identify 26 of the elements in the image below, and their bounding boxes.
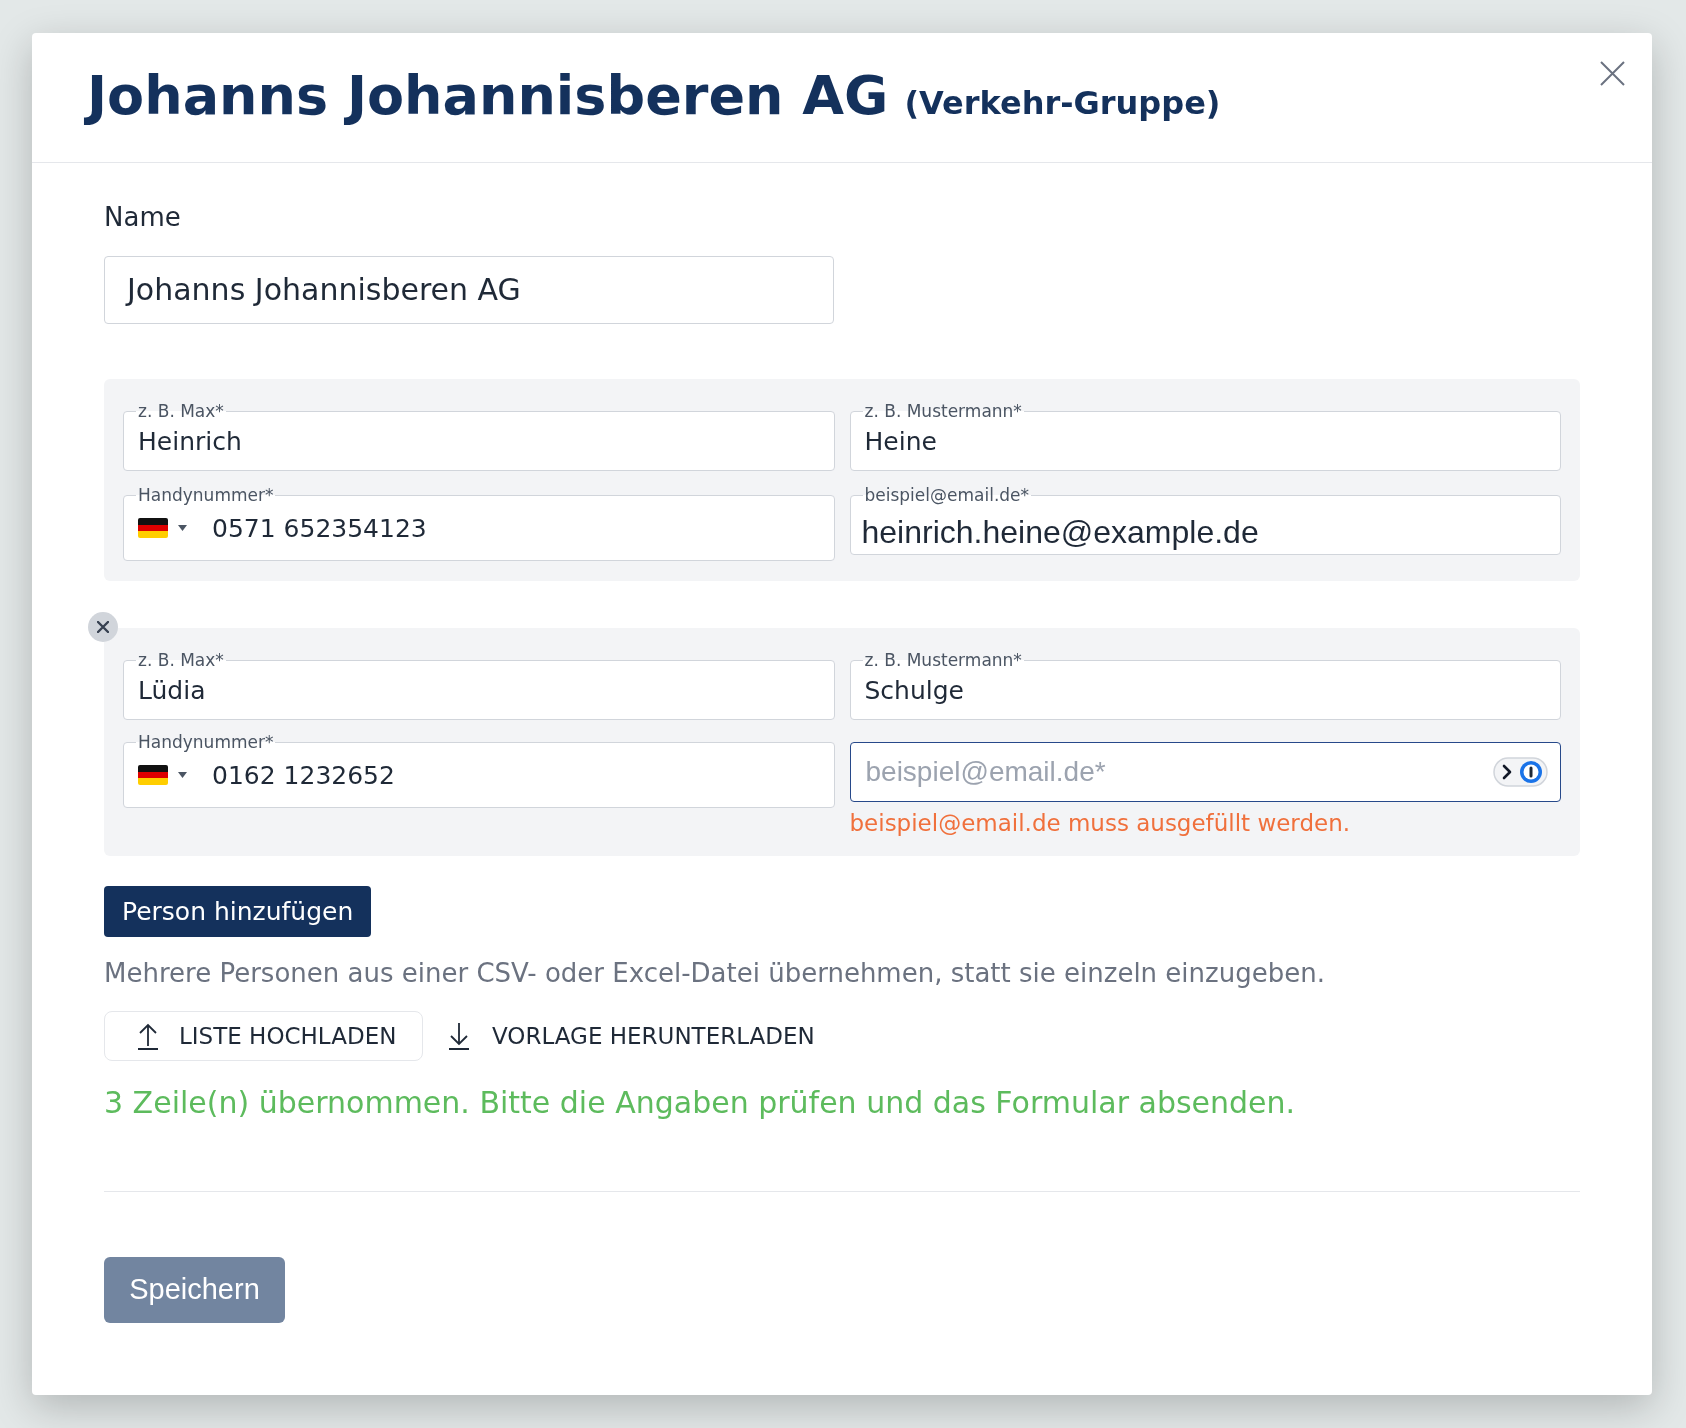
download-icon: [448, 1022, 470, 1050]
close-icon: [1600, 61, 1625, 86]
error-message: beispiel@email.de muss ausgefüllt werden.: [849, 810, 1351, 836]
name-input[interactable]: Johanns Johannisberen AG: [104, 256, 834, 324]
field-label: Handynummer*: [136, 485, 276, 505]
upload-list-button[interactable]: LISTE HOCHLADEN: [104, 1011, 423, 1061]
close-button[interactable]: [1600, 61, 1625, 86]
dialog-subtitle: (Verkehr-Gruppe): [904, 83, 1221, 123]
chevron-ring-icon[interactable]: [1493, 757, 1548, 787]
import-status-message: 3 Zeile(n) übernommen. Bitte die Angaben prüfen und das Formular absenden.: [104, 1085, 1296, 1121]
add-person-button[interactable]: Person hinzufügen: [104, 886, 372, 937]
name-label: Name: [104, 201, 181, 233]
flag-icon: [138, 765, 168, 785]
caret-icon: [178, 772, 187, 778]
country-select[interactable]: [138, 765, 187, 785]
upload-icon: [137, 1022, 159, 1050]
email-input[interactable]: beispiel@email.de*: [849, 742, 1561, 802]
template-download-link[interactable]: VORLAGE HERUNTERLADEN: [448, 1018, 815, 1054]
remove-button[interactable]: [88, 612, 118, 642]
close-icon: [97, 621, 109, 633]
import-hint: Mehrere Personen aus einer CSV- oder Excel-Datei übernehmen, statt sie einzeln einzugeben.: [104, 958, 1325, 988]
flag-icon: [138, 518, 168, 538]
caret-icon: [178, 525, 187, 531]
field-label: Handynummer*: [136, 732, 276, 752]
country-select[interactable]: [138, 518, 187, 538]
field-label: beispiel@email.de*: [862, 485, 1032, 505]
